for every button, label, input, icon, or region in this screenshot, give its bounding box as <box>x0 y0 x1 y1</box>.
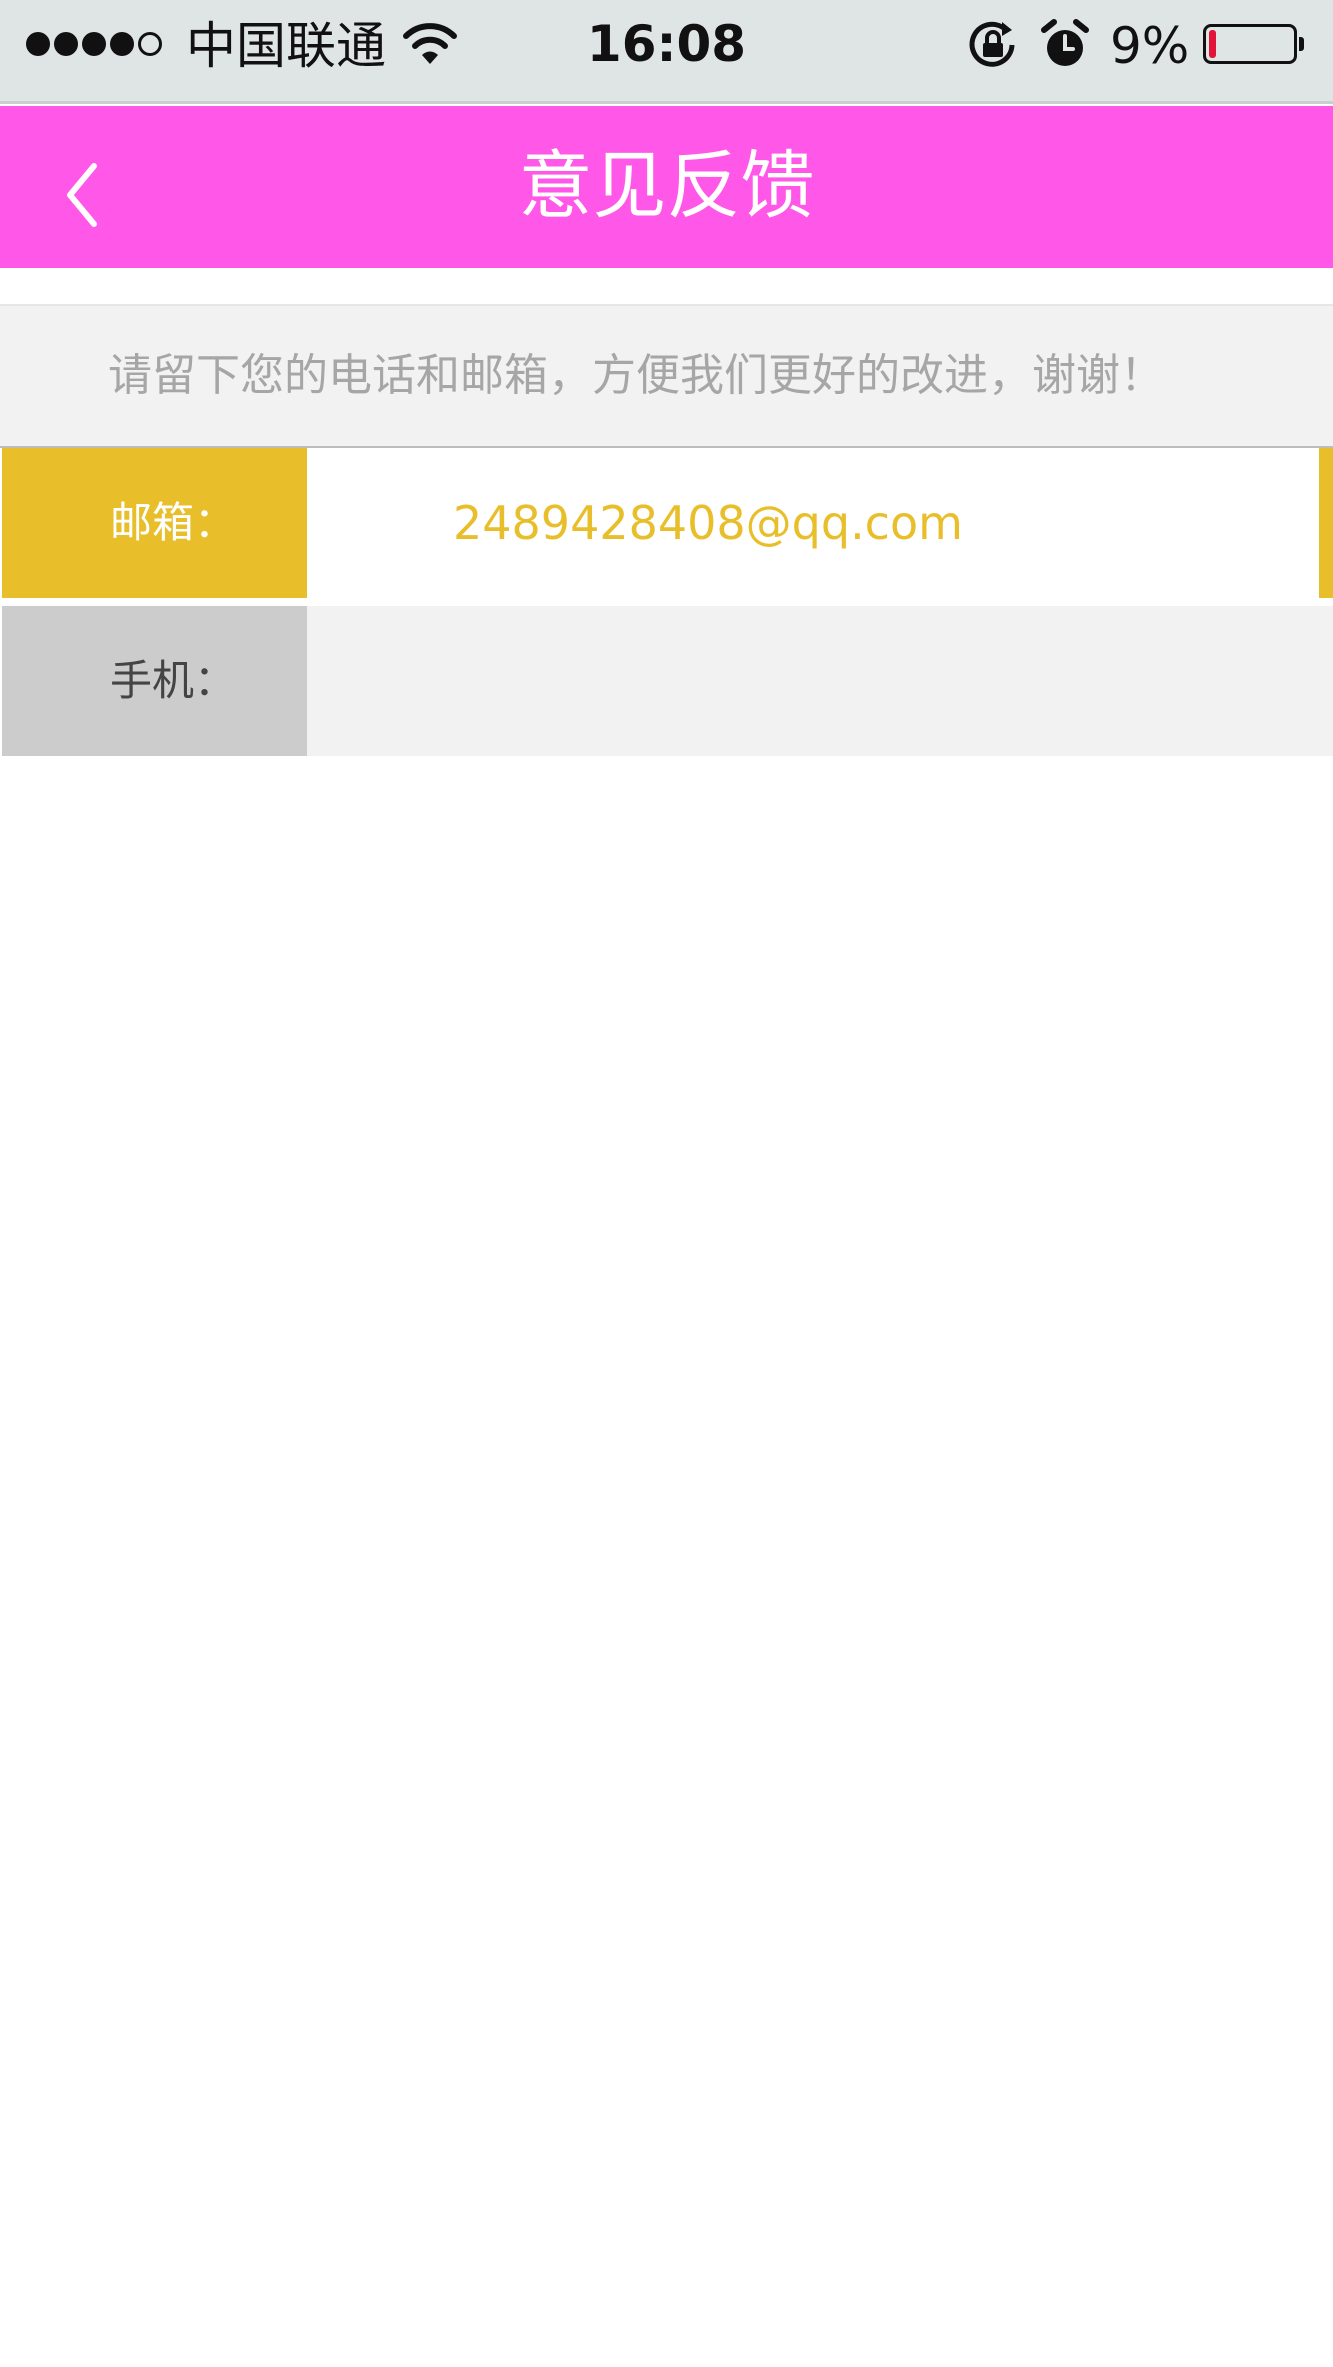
page-title: 意见反馈 <box>518 143 815 229</box>
rotation-lock-icon <box>969 21 1015 67</box>
signal-dot <box>54 32 78 56</box>
email-label: 邮箱： <box>2 448 307 598</box>
phone-field[interactable] <box>307 606 1333 756</box>
navigation-bar: 意见反馈 <box>0 106 1333 268</box>
carrier-name: 中国联通 <box>186 17 386 75</box>
phone-label: 手机： <box>2 606 307 756</box>
signal-dot-empty <box>138 32 162 56</box>
signal-dot <box>82 32 106 56</box>
signal-dot <box>110 32 134 56</box>
signal-strength-icon <box>26 32 162 56</box>
email-focus-indicator <box>1319 448 1333 598</box>
signal-dot <box>26 32 50 56</box>
status-bar: 中国联通 16:08 9% <box>0 0 1333 104</box>
hint-text: 请留下您的电话和邮箱，方便我们更好的改进，谢谢！ <box>108 350 1164 401</box>
battery-level-fill <box>1209 30 1216 58</box>
battery-icon <box>1203 24 1304 64</box>
alarm-icon <box>1041 19 1089 66</box>
email-field[interactable] <box>307 448 1333 598</box>
hint-banner: 请留下您的电话和邮箱，方便我们更好的改进，谢谢！ <box>0 304 1333 448</box>
status-time: 16:08 <box>586 15 747 73</box>
battery-percentage: 9% <box>1110 17 1190 75</box>
chevron-left-icon[interactable] <box>40 150 130 240</box>
wifi-icon <box>403 23 457 64</box>
phone-row: 手机： <box>2 606 1333 756</box>
email-row: 邮箱： <box>2 448 1333 598</box>
